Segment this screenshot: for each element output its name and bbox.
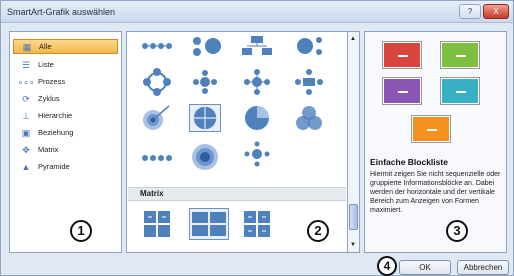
preview-block [441, 42, 479, 68]
grid-icon: ▦ [22, 41, 32, 52]
category-hierarchie[interactable]: ⊥ Hierarchie [13, 108, 118, 123]
pyramid-icon: ▲ [21, 161, 31, 172]
process-icon: ∘∘∘ [17, 76, 35, 87]
hierarchy-icon: ⊥ [22, 110, 30, 121]
layout-thumbnail[interactable] [189, 68, 221, 96]
relationship-icon: ▣ [21, 127, 31, 138]
category-label: Matrix [38, 145, 59, 154]
layout-gallery: Matrix 2 [126, 31, 348, 253]
help-button[interactable]: ? [459, 4, 481, 19]
layout-thumbnail[interactable] [141, 104, 173, 132]
category-label: Liste [38, 60, 54, 69]
category-list: ▦ Alle ☰ Liste ∘∘∘ Prozess ⟳ Zyklus ⊥ Hi… [9, 31, 122, 253]
list-icon: ☰ [21, 59, 31, 70]
layout-thumbnail[interactable] [141, 32, 173, 60]
layout-thumbnail[interactable] [293, 32, 325, 60]
close-button[interactable]: X [483, 4, 509, 19]
callout-four: 4 [377, 256, 397, 276]
category-liste[interactable]: ☰ Liste [13, 57, 118, 72]
preview-block [441, 78, 479, 104]
layout-thumbnail[interactable] [241, 104, 273, 132]
cycle-icon: ⟳ [22, 93, 30, 104]
scroll-down-icon[interactable]: ▼ [350, 242, 356, 248]
layout-thumbnail[interactable] [141, 68, 173, 96]
category-label: Beziehung [38, 128, 74, 137]
preview-title: Einfache Blockliste [370, 157, 448, 167]
smartart-dialog: SmartArt-Grafik auswählen ? X ▦ Alle ☰ L… [0, 0, 514, 276]
category-matrix[interactable]: ✥ Matrix [13, 142, 118, 157]
category-zyklus[interactable]: ⟳ Zyklus [13, 91, 118, 106]
preview-block [383, 42, 421, 68]
gallery-section-header: Matrix [128, 187, 346, 201]
preview-block [383, 78, 421, 104]
category-alle[interactable]: ▦ Alle [13, 39, 118, 54]
category-prozess[interactable]: ∘∘∘ Prozess [13, 74, 118, 89]
matrix-icon: ✥ [22, 144, 30, 155]
scroll-up-icon[interactable]: ▲ [350, 36, 356, 42]
scrollbar-thumb[interactable] [349, 204, 358, 230]
category-pyramide[interactable]: ▲ Pyramide [13, 159, 118, 174]
callout-two: 2 [307, 220, 329, 242]
layout-thumbnail-selected[interactable] [189, 104, 221, 132]
layout-thumbnail[interactable] [141, 210, 173, 238]
layout-thumbnail[interactable] [189, 140, 221, 170]
ok-button[interactable]: OK [399, 260, 451, 275]
category-beziehung[interactable]: ▣ Beziehung [13, 125, 118, 140]
layout-thumbnail[interactable] [241, 32, 273, 60]
callout-three: 3 [446, 220, 468, 242]
callout-one: 1 [70, 220, 92, 242]
layout-thumbnail[interactable] [293, 104, 325, 132]
layout-thumbnail[interactable] [189, 32, 221, 60]
gallery-scrollbar[interactable]: ▲ ▼ [348, 31, 360, 253]
layout-thumbnail[interactable] [241, 210, 273, 238]
category-label: Prozess [38, 77, 66, 86]
preview-description: Hiermit zeigen Sie nicht sequenzielle od… [370, 171, 501, 214]
layout-thumbnail[interactable] [293, 68, 325, 96]
category-label: Zyklus [38, 94, 60, 103]
preview-pane: Einfache Blockliste Hiermit zeigen Sie n… [364, 31, 507, 253]
window-title: SmartArt-Grafik auswählen [7, 7, 116, 17]
layout-thumbnail-selected[interactable] [189, 208, 229, 240]
layout-thumbnail[interactable] [241, 140, 273, 168]
category-label: Alle [39, 42, 52, 51]
category-label: Pyramide [38, 162, 70, 171]
cancel-button[interactable]: Abbrechen [457, 260, 509, 275]
layout-thumbnail[interactable] [141, 144, 173, 172]
title-bar: SmartArt-Grafik auswählen ? X [1, 1, 513, 23]
category-label: Hierarchie [38, 111, 73, 120]
preview-block [412, 116, 450, 142]
layout-thumbnail[interactable] [241, 68, 273, 96]
